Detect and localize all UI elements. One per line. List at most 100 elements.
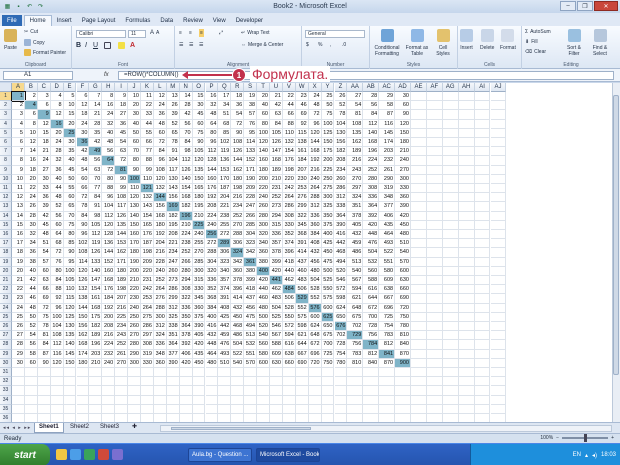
row-header[interactable]: 7: [0, 147, 12, 157]
grid-cell[interactable]: 30: [128, 110, 141, 120]
grid-cell[interactable]: [128, 395, 141, 405]
grid-cell[interactable]: 546: [334, 276, 348, 286]
grid-cell[interactable]: 377: [166, 349, 180, 359]
grid-cell[interactable]: 16: [205, 92, 219, 102]
grid-cell[interactable]: 625: [321, 312, 335, 322]
column-header[interactable]: U: [270, 83, 283, 92]
grid-cell[interactable]: 126: [231, 147, 245, 157]
grid-cell[interactable]: 552: [295, 303, 309, 313]
minimize-button[interactable]: –: [560, 1, 576, 11]
grid-cell[interactable]: 450: [231, 312, 245, 322]
grid-cell[interactable]: 261: [115, 349, 129, 359]
grid-cell[interactable]: [411, 119, 427, 129]
grid-cell[interactable]: [474, 276, 491, 286]
grid-cell[interactable]: 300: [395, 174, 411, 184]
grid-cell[interactable]: 378: [347, 211, 364, 221]
grid-cell[interactable]: [490, 294, 507, 304]
grid-cell[interactable]: [334, 395, 348, 405]
grid-cell[interactable]: 240: [128, 303, 141, 313]
grid-cell[interactable]: 360: [308, 220, 322, 230]
column-header[interactable]: Z: [334, 83, 348, 92]
grid-cell[interactable]: 168: [363, 138, 380, 148]
grid-cell[interactable]: 23: [295, 92, 309, 102]
grid-cell[interactable]: 49: [89, 147, 103, 157]
grid-cell[interactable]: 168: [76, 340, 90, 350]
grow-font-button[interactable]: AA: [150, 30, 159, 36]
grid-cell[interactable]: 144: [102, 248, 116, 258]
grid-cell[interactable]: 588: [270, 340, 283, 350]
grid-cell[interactable]: 132: [141, 193, 154, 203]
grid-cell[interactable]: 120: [308, 128, 322, 138]
grid-cell[interactable]: [490, 248, 507, 258]
grid-cell[interactable]: [443, 414, 459, 422]
grid-cell[interactable]: [411, 349, 427, 359]
grid-cell[interactable]: 323: [218, 257, 232, 267]
grid-cell[interactable]: [308, 368, 322, 378]
row-header[interactable]: 29: [0, 349, 12, 359]
grid-cell[interactable]: [218, 386, 232, 396]
grid-cell[interactable]: 90: [115, 174, 129, 184]
grid-cell[interactable]: 10: [128, 92, 141, 102]
grid-cell[interactable]: [63, 386, 77, 396]
grid-cell[interactable]: 96: [102, 193, 116, 203]
grid-cell[interactable]: [334, 368, 348, 378]
grid-cell[interactable]: [490, 174, 507, 184]
grid-cell[interactable]: 406: [179, 349, 193, 359]
grid-cell[interactable]: [205, 368, 219, 378]
grid-cell[interactable]: 221: [218, 202, 232, 212]
grid-cell[interactable]: 21: [12, 276, 25, 286]
grid-cell[interactable]: 621: [347, 294, 364, 304]
grid-cell[interactable]: 168: [102, 276, 116, 286]
grid-cell[interactable]: [270, 404, 283, 414]
grid-cell[interactable]: 225: [115, 312, 129, 322]
grid-cell[interactable]: [363, 414, 380, 422]
grid-cell[interactable]: 208: [166, 230, 180, 240]
grid-cell[interactable]: [282, 395, 296, 405]
grid-cell[interactable]: 150: [321, 138, 335, 148]
taskbar-item-browser[interactable]: Aula.bg - Question ...: [188, 448, 252, 462]
grid-cell[interactable]: 85: [218, 128, 232, 138]
grid-cell[interactable]: 90: [63, 248, 77, 258]
grid-cell[interactable]: 6: [37, 101, 51, 111]
grid-cell[interactable]: 24: [76, 119, 90, 129]
grid-cell[interactable]: 96: [308, 119, 322, 129]
grid-cell[interactable]: 510: [218, 358, 232, 368]
grid-cell[interactable]: 475: [321, 257, 335, 267]
grid-cell[interactable]: 840: [395, 340, 411, 350]
grid-cell[interactable]: 220: [282, 174, 296, 184]
grid-cell[interactable]: [490, 202, 507, 212]
grid-cell[interactable]: 648: [347, 303, 364, 313]
grid-cell[interactable]: 360: [192, 303, 206, 313]
grid-cell[interactable]: 192: [308, 156, 322, 166]
grid-cell[interactable]: [395, 395, 411, 405]
grid-cell[interactable]: 384: [205, 303, 219, 313]
fill-button[interactable]: ⬇ Fill: [525, 39, 538, 45]
grid-cell[interactable]: 575: [321, 294, 335, 304]
format-cells-button[interactable]: Format: [500, 29, 516, 51]
grid-cell[interactable]: 425: [321, 239, 335, 249]
grid-cell[interactable]: 340: [218, 266, 232, 276]
grid-cell[interactable]: 51: [37, 239, 51, 249]
grid-cell[interactable]: [442, 193, 459, 203]
grid-cell[interactable]: 42: [270, 101, 283, 111]
column-header[interactable]: J: [128, 83, 141, 92]
grid-cell[interactable]: 96: [205, 138, 219, 148]
row-header[interactable]: 2: [0, 101, 12, 111]
grid-cell[interactable]: 200: [102, 312, 116, 322]
grid-cell[interactable]: 135: [63, 331, 77, 341]
grid-cell[interactable]: 180: [76, 358, 90, 368]
grid-cell[interactable]: 119: [89, 239, 103, 249]
column-header[interactable]: D: [50, 83, 64, 92]
grid-cell[interactable]: [115, 395, 129, 405]
grid-cell[interactable]: 392: [363, 211, 380, 221]
grid-cell[interactable]: 54: [115, 138, 129, 148]
grid-cell[interactable]: 39: [166, 110, 180, 120]
grid-cell[interactable]: [474, 248, 491, 258]
currency-button[interactable]: $: [306, 42, 309, 48]
grid-cell[interactable]: 28: [89, 119, 103, 129]
grid-cell[interactable]: 88: [102, 184, 116, 194]
column-header[interactable]: E: [63, 83, 77, 92]
grid-cell[interactable]: 378: [270, 248, 283, 258]
grid-cell[interactable]: 40: [257, 101, 270, 111]
grid-cell[interactable]: 780: [395, 322, 411, 332]
